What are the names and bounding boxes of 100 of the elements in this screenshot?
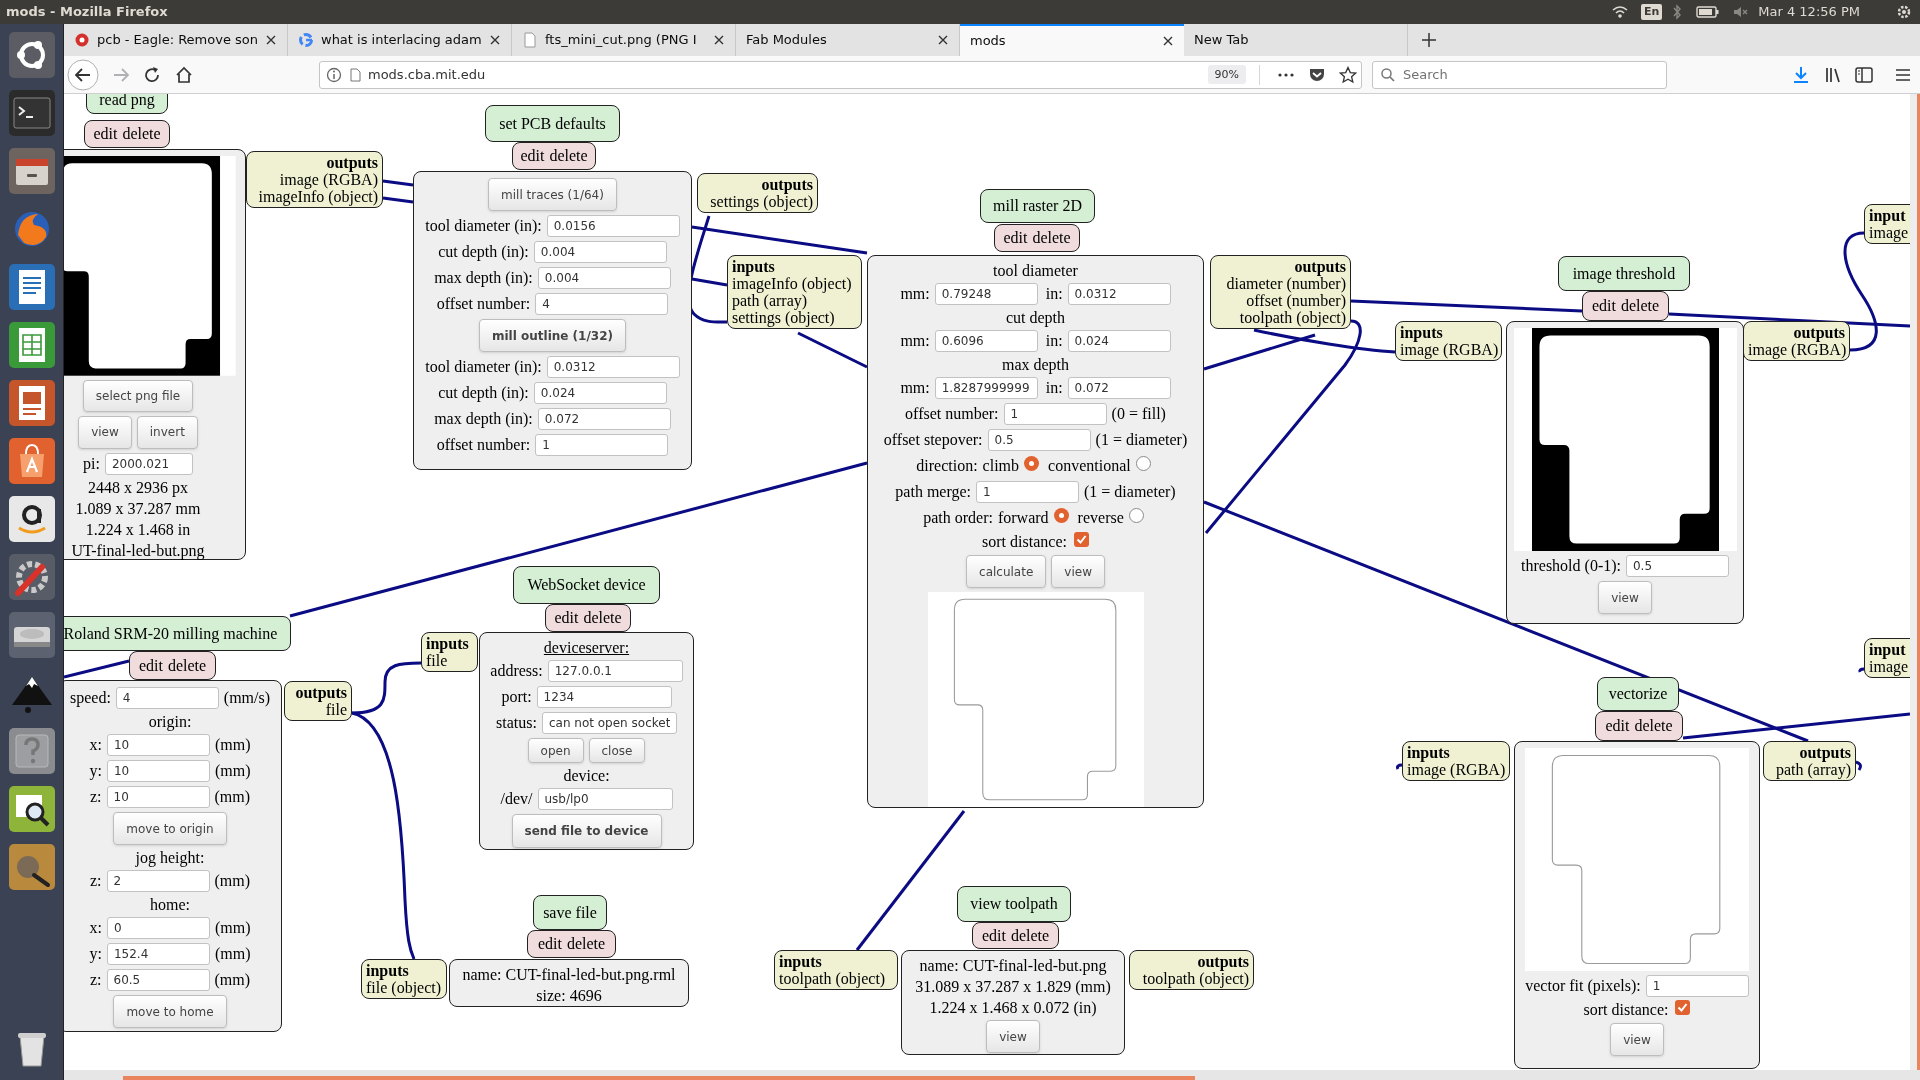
- input-field[interactable]: 152.4: [106, 943, 210, 965]
- browser-tab[interactable]: mods: [960, 24, 1184, 56]
- settings-icon[interactable]: [1896, 4, 1912, 20]
- input-field[interactable]: 0.5: [987, 429, 1091, 451]
- module-title[interactable]: view toolpath: [957, 886, 1071, 922]
- input-field[interactable]: 10: [106, 760, 210, 782]
- input-field[interactable]: 10: [106, 734, 210, 756]
- shopping-bag-icon[interactable]: [7, 437, 56, 485]
- wifi-icon[interactable]: [1610, 5, 1629, 19]
- close-icon[interactable]: [1162, 35, 1174, 47]
- terminal-icon[interactable]: [7, 89, 56, 137]
- horizontal-scrollbar-thumb[interactable]: [123, 1076, 1195, 1080]
- action-link[interactable]: delete: [566, 932, 606, 956]
- zoom-level-badge[interactable]: 90%: [1207, 65, 1246, 84]
- action-link[interactable]: edit: [554, 606, 579, 630]
- action-link[interactable]: delete: [1032, 226, 1071, 250]
- action-link[interactable]: edit: [1591, 294, 1616, 318]
- document-icon[interactable]: [7, 263, 56, 311]
- disk-drive-icon[interactable]: [7, 611, 56, 659]
- action-button[interactable]: open: [527, 738, 584, 763]
- input-field[interactable]: 0.004: [537, 267, 671, 289]
- action-link[interactable]: edit: [1605, 714, 1630, 738]
- action-button[interactable]: invert: [136, 416, 198, 449]
- action-button[interactable]: mill outline (1/32): [479, 319, 626, 352]
- search-field[interactable]: Search: [1372, 60, 1667, 89]
- input-field[interactable]: 2: [106, 870, 210, 892]
- module-title[interactable]: image threshold: [1558, 256, 1690, 291]
- module-title[interactable]: WebSocket device: [513, 566, 660, 604]
- action-button[interactable]: view: [1051, 555, 1105, 588]
- close-icon[interactable]: [713, 34, 725, 46]
- input-field[interactable]: 127.0.0.1: [547, 660, 683, 682]
- action-button[interactable]: move to home: [113, 995, 227, 1028]
- star-icon[interactable]: [1339, 65, 1357, 84]
- input-field[interactable]: 10: [106, 786, 210, 808]
- input-field[interactable]: 0.024: [533, 382, 667, 404]
- module-title[interactable]: save file: [533, 895, 607, 930]
- input-field[interactable]: 0.004: [533, 241, 667, 263]
- module-title[interactable]: mill raster 2D: [980, 189, 1095, 223]
- checkbox[interactable]: [1675, 999, 1691, 1015]
- input-field[interactable]: 0.5: [1626, 555, 1729, 577]
- close-icon[interactable]: [937, 34, 949, 46]
- drawer-icon[interactable]: [7, 147, 56, 195]
- radio-button[interactable]: [1135, 455, 1151, 471]
- vertical-scrollbar-thumb[interactable]: [1917, 94, 1920, 1070]
- speaker-icon[interactable]: [1732, 5, 1749, 19]
- radio-button[interactable]: [1024, 455, 1040, 471]
- info-icon[interactable]: [326, 66, 342, 83]
- action-button[interactable]: view: [1598, 581, 1652, 614]
- input-field[interactable]: 2000.021: [104, 453, 193, 475]
- magnifier-icon[interactable]: [7, 785, 56, 833]
- action-button[interactable]: view: [986, 1020, 1040, 1053]
- presentation-icon[interactable]: [7, 379, 56, 427]
- action-button[interactable]: calculate: [966, 555, 1047, 588]
- module-title[interactable]: read png: [86, 94, 168, 114]
- action-link[interactable]: delete: [549, 144, 588, 168]
- input-field[interactable]: 1: [976, 481, 1079, 503]
- input-field[interactable]: can not open socket: [541, 712, 677, 734]
- input-field[interactable]: 4: [115, 687, 219, 709]
- address-bar[interactable]: mods.cba.mit.edu 90%: [319, 60, 1362, 89]
- input-field[interactable]: 1.8287999999: [934, 377, 1038, 399]
- input-field[interactable]: 0.0312: [1067, 283, 1171, 305]
- input-field[interactable]: 0.072: [1067, 377, 1171, 399]
- clock-text[interactable]: Mar 4 12:56 PM: [1758, 2, 1860, 22]
- action-button[interactable]: close: [588, 738, 646, 763]
- input-field[interactable]: 1: [1003, 403, 1107, 425]
- input-field[interactable]: 0.0156: [546, 215, 680, 237]
- action-link[interactable]: delete: [583, 606, 622, 630]
- module-title[interactable]: vectorize: [1597, 677, 1679, 711]
- input-field[interactable]: 0.79248: [934, 283, 1038, 305]
- input-field[interactable]: 0.072: [537, 408, 671, 430]
- radio-button[interactable]: [1128, 507, 1144, 523]
- circle-logo-icon[interactable]: [7, 31, 56, 79]
- input-field[interactable]: 1234: [536, 686, 672, 708]
- input-field[interactable]: 0: [106, 917, 210, 939]
- action-link[interactable]: delete: [1634, 714, 1673, 738]
- action-link[interactable]: edit: [1003, 226, 1028, 250]
- action-button[interactable]: mill traces (1/64): [488, 178, 617, 211]
- spreadsheet-icon[interactable]: [7, 321, 56, 369]
- action-button[interactable]: move to origin: [113, 812, 227, 845]
- input-field[interactable]: 0.6096: [934, 330, 1038, 352]
- action-link[interactable]: edit: [138, 653, 163, 678]
- keyboard-layout-indicator[interactable]: En: [1640, 4, 1663, 20]
- gear-wrench-icon[interactable]: [7, 553, 56, 601]
- action-button[interactable]: select png file: [82, 379, 194, 412]
- action-link[interactable]: delete: [1010, 923, 1050, 948]
- action-link[interactable]: delete: [167, 653, 207, 678]
- input-field[interactable]: 4: [535, 293, 669, 315]
- input-field[interactable]: 1: [1645, 975, 1749, 997]
- action-link[interactable]: edit: [93, 122, 118, 146]
- close-icon[interactable]: [489, 34, 501, 46]
- battery-icon[interactable]: [1696, 5, 1721, 19]
- question-icon[interactable]: [7, 727, 56, 775]
- action-link[interactable]: delete: [1620, 294, 1660, 318]
- bluetooth-icon[interactable]: [1672, 4, 1683, 20]
- close-icon[interactable]: [265, 34, 277, 46]
- input-field[interactable]: usb/lp0: [537, 788, 673, 810]
- action-link[interactable]: edit: [520, 144, 545, 168]
- input-field[interactable]: 0.024: [1067, 330, 1171, 352]
- back-button-icon[interactable]: [67, 58, 99, 91]
- action-button[interactable]: view: [78, 416, 132, 449]
